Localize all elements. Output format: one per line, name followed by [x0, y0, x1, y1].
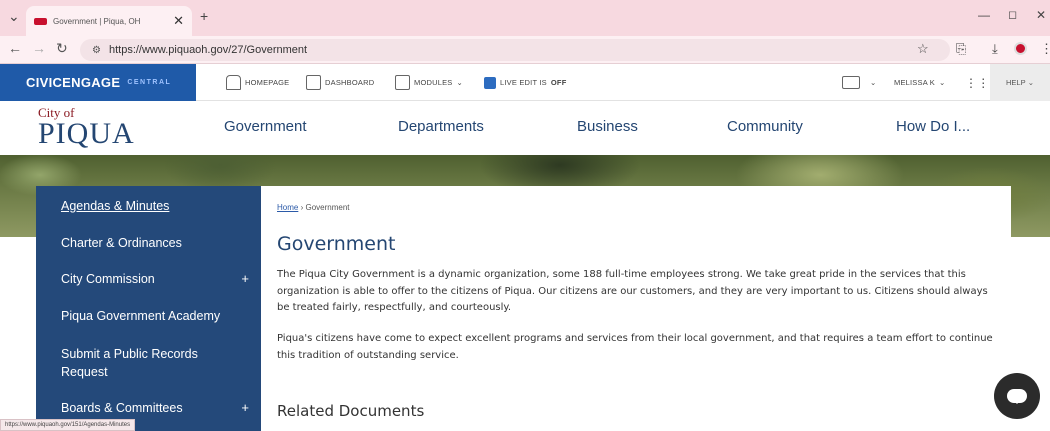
browser-tab[interactable]: Government | Piqua, OH ✕ — [26, 6, 192, 36]
second-paragraph: Piqua's citizens have come to expect exc… — [277, 333, 993, 361]
modules-icon — [395, 75, 410, 90]
chevron-down-icon: ⌄ — [939, 78, 946, 87]
breadcrumb-current: Government — [305, 203, 350, 212]
live-edit-icon — [484, 76, 496, 89]
user-name: MELISSA K — [894, 78, 935, 87]
browser-tab-strip: ⌄ Government | Piqua, OH ✕ + — ◻ ✕ — [0, 0, 1050, 36]
restore-icon[interactable]: ◻ — [1008, 8, 1017, 21]
modules-label: MODULES — [414, 78, 453, 87]
live-edit-label: LIVE EDIT IS — [500, 78, 547, 87]
bookmark-star-icon[interactable]: ☆ — [917, 41, 929, 57]
chat-widget-button[interactable] — [994, 373, 1040, 419]
close-tab-icon[interactable]: ✕ — [173, 13, 184, 29]
breadcrumb-home-link[interactable]: Home — [277, 203, 298, 212]
nav-business[interactable]: Business — [577, 118, 638, 135]
reload-icon[interactable]: ↻ — [56, 40, 68, 57]
piqua-favicon-icon — [34, 17, 47, 25]
expand-plus-icon[interactable]: + — [241, 270, 249, 288]
chevron-down-icon: ⌄ — [456, 78, 463, 87]
url-text: https://www.piquaoh.gov/27/Government — [108, 44, 308, 56]
profile-avatar-icon[interactable] — [1014, 42, 1027, 55]
sidebar-item-piqua-government-academy[interactable]: Piqua Government Academy — [36, 307, 261, 325]
live-edit-state: OFF — [550, 78, 567, 87]
sidebar-item-label: Agendas & Minutes — [61, 199, 170, 213]
live-edit-toggle[interactable]: LIVE EDIT IS OFF — [484, 64, 566, 101]
sidebar-item-city-commission[interactable]: City Commission + — [36, 270, 261, 288]
tab-list-chevron-icon[interactable]: ⌄ — [8, 8, 20, 25]
civicengage-logo[interactable]: CIVICENGAGE CENTRAL — [0, 64, 196, 101]
sidebar-item-charter-ordinances[interactable]: Charter & Ordinances — [36, 234, 261, 252]
nav-how-do-i[interactable]: How Do I... — [896, 118, 970, 135]
site-header: City of PIQUA Government Departments Bus… — [0, 101, 1050, 155]
menu-dots-icon[interactable]: ⋮ — [1040, 41, 1050, 57]
intro-paragraph: The Piqua City Government is a dynamic o… — [277, 269, 988, 313]
chevron-down-icon: ⌄ — [1027, 78, 1034, 87]
chat-bubble-icon — [1007, 389, 1027, 404]
help-label: HELP — [1006, 78, 1026, 87]
breadcrumb-separator: › — [300, 203, 304, 212]
download-icon[interactable]: ⤓ — [992, 41, 998, 57]
close-window-icon[interactable]: ✕ — [1036, 8, 1046, 22]
back-icon[interactable]: ← — [8, 40, 22, 56]
dashboard-link[interactable]: DASHBOARD — [306, 64, 374, 101]
page-title: Government — [277, 233, 396, 255]
main-content: Home › Government Government The Piqua C… — [261, 186, 1011, 431]
breadcrumb: Home › Government — [277, 203, 350, 212]
user-menu[interactable]: MELISSA K ⌄ — [894, 64, 945, 101]
chevron-down-icon: ⌄ — [870, 78, 877, 87]
expand-plus-icon[interactable]: + — [241, 399, 249, 417]
sidebar-item-label: Piqua Government Academy — [61, 309, 221, 323]
sidebar-item-label: Boards & Committees — [61, 401, 183, 415]
address-bar[interactable]: ⚙ https://www.piquaoh.gov/27/Government — [80, 39, 950, 61]
logo-name-text: PIQUA — [38, 117, 135, 150]
civicengage-brand-sub: CENTRAL — [127, 79, 172, 86]
messages-menu[interactable]: ⌄ — [842, 64, 876, 101]
homepage-link[interactable]: HOMEPAGE — [226, 64, 289, 101]
new-tab-icon[interactable]: + — [200, 8, 208, 24]
sidebar-nav: Agendas & Minutes Charter & Ordinances C… — [36, 186, 261, 431]
sidebar-item-boards-committees[interactable]: Boards & Committees + — [36, 399, 261, 417]
browser-toolbar: ← → ↻ ⚙ https://www.piquaoh.gov/27/Gover… — [0, 36, 1050, 64]
sidebar-item-label: Submit a Public Records Request — [61, 347, 198, 379]
nav-departments[interactable]: Departments — [398, 118, 484, 135]
home-icon — [226, 75, 241, 90]
civicengage-brand: CIVICENGAGE — [26, 75, 121, 90]
nav-community[interactable]: Community — [727, 118, 803, 135]
civicengage-admin-bar: CIVICENGAGE CENTRAL HOMEPAGE DASHBOARD M… — [0, 64, 1050, 101]
tab-title: Government | Piqua, OH — [53, 16, 141, 26]
site-info-icon[interactable]: ⚙ — [92, 45, 101, 56]
city-logo[interactable]: City of PIQUA — [38, 106, 135, 150]
modules-menu[interactable]: MODULES ⌄ — [395, 64, 463, 101]
sidebar-item-agendas-minutes[interactable]: Agendas & Minutes — [36, 197, 261, 215]
help-menu[interactable]: HELP ⌄ — [990, 64, 1050, 101]
sidebar-item-label: Charter & Ordinances — [61, 236, 182, 250]
homepage-label: HOMEPAGE — [245, 78, 290, 87]
forward-icon[interactable]: → — [32, 40, 46, 56]
dashboard-icon — [306, 75, 321, 90]
minimize-icon[interactable]: — — [978, 8, 990, 22]
link-status-bar: https://www.piquaoh.gov/151/Agendas-Minu… — [0, 419, 136, 431]
nav-government[interactable]: Government — [224, 118, 307, 135]
sidebar-item-label: City Commission — [61, 272, 155, 286]
extensions-icon[interactable]: ⎘ — [956, 41, 966, 57]
dashboard-label: DASHBOARD — [325, 78, 375, 87]
mail-icon — [842, 76, 860, 89]
related-documents-heading: Related Documents — [277, 402, 425, 420]
sidebar-item-public-records-request[interactable]: Submit a Public Records Request — [36, 345, 226, 381]
